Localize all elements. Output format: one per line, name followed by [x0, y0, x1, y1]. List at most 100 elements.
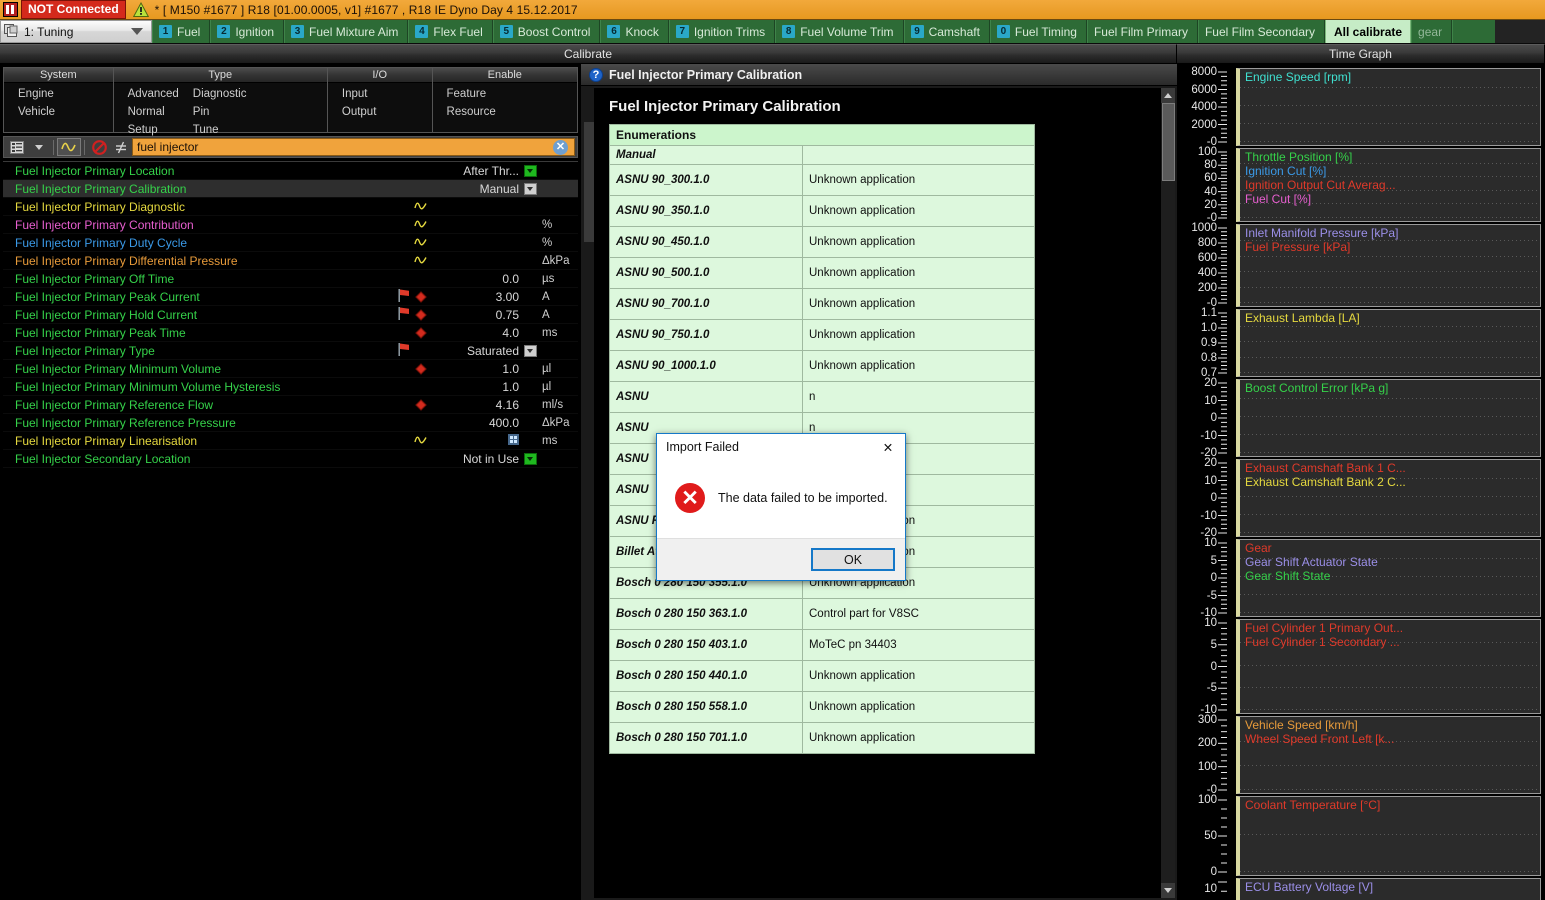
- series-label[interactable]: Fuel Cylinder 1 Secondary ...: [1245, 635, 1403, 649]
- time-graph-pane[interactable]: 300 200 100 -0 Vehicle Speed [km/h] Wheel Spe…: [1177, 714, 1545, 796]
- list-view-icon[interactable]: [6, 138, 28, 156]
- series-label[interactable]: Gear Shift Actuator State: [1245, 555, 1378, 569]
- detail-panel-left-rail[interactable]: [583, 88, 595, 898]
- series-label[interactable]: ECU Battery Voltage [V]: [1245, 880, 1373, 894]
- tab-fuel-timing[interactable]: 0 Fuel Timing: [989, 20, 1087, 43]
- time-graph-pane[interactable]: 1.1 1.0 0.9 0.8 0.7 Exhaust Lambda [LA]: [1177, 307, 1545, 379]
- parameter-row[interactable]: Fuel Injector Primary Contribution%: [3, 216, 578, 234]
- parameter-row[interactable]: Fuel Injector Primary Differential Press…: [3, 252, 578, 270]
- time-graph-pane[interactable]: 8000 6000 4000 2000 -0 Engine Speed [rpm]: [1177, 66, 1545, 148]
- parameter-value[interactable]: 4.0: [430, 326, 522, 340]
- time-graph-pane[interactable]: 10 ECU Battery Voltage [V]: [1177, 878, 1545, 900]
- parameter-row[interactable]: Fuel Injector Primary Peak Time 4.0 ms: [3, 324, 578, 342]
- connection-status-badge[interactable]: NOT Connected: [21, 0, 126, 19]
- time-graph-plot-area[interactable]: Exhaust Camshaft Bank 1 C... Exhaust Cams…: [1236, 459, 1541, 537]
- series-label[interactable]: Fuel Cut [%]: [1245, 192, 1396, 206]
- filter-item-advanced[interactable]: Advanced: [114, 85, 179, 103]
- tab-fuel[interactable]: 1 Fuel: [152, 20, 211, 43]
- chevron-down-icon[interactable]: [522, 182, 538, 195]
- parameter-value[interactable]: [430, 433, 522, 448]
- tab-camshaft[interactable]: 9 Camshaft: [903, 20, 990, 43]
- table-row[interactable]: Bosch 0 280 150 701.1.0 Unknown applicati…: [609, 722, 1035, 754]
- chevron-down-icon[interactable]: [522, 344, 538, 357]
- tab-all-calibrate[interactable]: All calibrate: [1325, 20, 1412, 43]
- time-graph-pane[interactable]: 1000 800 600 400 200 -0 Inlet Manifold Pressur…: [1177, 222, 1545, 309]
- parameter-row[interactable]: Fuel Injector Primary Reference Pressure…: [3, 414, 578, 432]
- parameter-value[interactable]: Not in Use: [430, 452, 522, 466]
- parameter-row[interactable]: Fuel Injector Primary Linearisation ms: [3, 432, 578, 450]
- filter-item-input[interactable]: Input: [328, 85, 377, 103]
- tab-fuel-film-primary[interactable]: Fuel Film Primary: [1086, 20, 1198, 43]
- import-failed-dialog[interactable]: Import Failed ✕ ✕ The data failed to be …: [656, 433, 906, 581]
- scroll-down-icon[interactable]: [1160, 883, 1175, 898]
- table-row[interactable]: ASNU 90_500.1.0 Unknown application: [609, 257, 1035, 289]
- time-graph-pane[interactable]: 100 50 0 Coolant Temperature [°C]: [1177, 794, 1545, 878]
- filter-item-feature[interactable]: Feature: [433, 85, 496, 103]
- parameter-row[interactable]: Fuel Injector Primary Duty Cycle%: [3, 234, 578, 252]
- parameter-row[interactable]: Fuel Injector Primary Off Time 0.0 µs: [3, 270, 578, 288]
- series-label[interactable]: Ignition Cut [%]: [1245, 164, 1396, 178]
- parameter-value[interactable]: Saturated: [430, 344, 522, 358]
- help-circle-icon[interactable]: ?: [589, 67, 603, 82]
- filter-item-diagnostic[interactable]: Diagnostic: [179, 85, 247, 103]
- time-graph-plot-area[interactable]: Fuel Cylinder 1 Primary Out... Fuel Cylin…: [1236, 619, 1541, 714]
- tab-fuel-film-secondary[interactable]: Fuel Film Secondary: [1197, 20, 1326, 43]
- series-label[interactable]: Coolant Temperature [°C]: [1245, 798, 1380, 812]
- parameter-value[interactable]: 400.0: [430, 416, 522, 430]
- parameter-value[interactable]: 0.0: [430, 272, 522, 286]
- parameter-value[interactable]: Manual: [430, 182, 522, 196]
- series-label[interactable]: Engine Speed [rpm]: [1245, 70, 1351, 84]
- scrollbar-track[interactable]: [1160, 103, 1175, 883]
- time-graph-pane[interactable]: 20 10 0 -10 -20 Exhaust Camshaft Bank 1 C... E…: [1177, 457, 1545, 539]
- table-row[interactable]: Bosch 0 280 150 558.1.0 Unknown applicati…: [609, 691, 1035, 723]
- chevron-down-icon[interactable]: [522, 452, 538, 465]
- series-label[interactable]: Ignition Output Cut Averag...: [1245, 178, 1396, 192]
- parameter-row[interactable]: Fuel Injector Primary Diagnostic: [3, 198, 578, 216]
- series-label[interactable]: Exhaust Camshaft Bank 2 C...: [1245, 475, 1406, 489]
- time-graph-plot-area[interactable]: Inlet Manifold Pressure [kPa] Fuel Pressu…: [1236, 224, 1541, 307]
- time-graph-pane[interactable]: 20 10 0 -10 -20 Boost Control Error [kPa g]: [1177, 377, 1545, 459]
- waveform-icon[interactable]: [57, 138, 81, 156]
- tab-ignition-trims[interactable]: 7 Ignition Trims: [668, 20, 776, 43]
- series-label[interactable]: Exhaust Camshaft Bank 1 C...: [1245, 461, 1406, 475]
- no-entry-icon[interactable]: [88, 138, 110, 156]
- filter-item-resource[interactable]: Resource: [433, 103, 496, 121]
- time-graph-pane[interactable]: 10 5 0 -5 -10 Fuel Cylinder 1 Primary Out... F…: [1177, 617, 1545, 716]
- time-graph-pane[interactable]: 100 80 60 40 20 -0 Throttle Position [%] Igniti…: [1177, 146, 1545, 224]
- table-row[interactable]: ASNU 90_700.1.0 Unknown application: [609, 288, 1035, 320]
- parameter-list[interactable]: Fuel Injector Primary Location After Thr.…: [3, 161, 578, 900]
- table-row[interactable]: ASNU 90_750.1.0 Unknown application: [609, 319, 1035, 351]
- series-label[interactable]: Exhaust Lambda [LA]: [1245, 311, 1360, 325]
- table-row[interactable]: ASNU 90_450.1.0 Unknown application: [609, 226, 1035, 258]
- parameter-row[interactable]: Fuel Injector Primary Peak Current 3.00 A: [3, 288, 578, 306]
- time-graph-panel[interactable]: 8000 6000 4000 2000 -0 Engine Speed [rpm] 100 8…: [1177, 64, 1545, 900]
- time-graph-plot-area[interactable]: Boost Control Error [kPa g]: [1236, 379, 1541, 457]
- parameter-row[interactable]: Fuel Injector Primary Location After Thr.…: [3, 162, 578, 180]
- workspace-selector[interactable]: 1: Tuning: [0, 20, 152, 43]
- parameter-row[interactable]: Fuel Injector Primary Reference Flow 4.16…: [3, 396, 578, 414]
- tab-gear[interactable]: gear: [1411, 20, 1453, 43]
- table-row[interactable]: ASNUn: [609, 381, 1035, 413]
- time-graph-plot-area[interactable]: Coolant Temperature [°C]: [1236, 796, 1541, 876]
- parameter-value[interactable]: 1.0: [430, 362, 522, 376]
- table-row[interactable]: Bosch 0 280 150 363.1.0 Control part for …: [609, 598, 1035, 630]
- parameter-value[interactable]: 0.75: [430, 308, 522, 322]
- series-label[interactable]: Gear Shift State: [1245, 569, 1378, 583]
- table-row[interactable]: ASNU 90_300.1.0 Unknown application: [609, 164, 1035, 196]
- series-label[interactable]: Throttle Position [%]: [1245, 150, 1396, 164]
- series-label[interactable]: Inlet Manifold Pressure [kPa]: [1245, 226, 1398, 240]
- parameter-row[interactable]: Fuel Injector Primary Calibration Manual: [3, 180, 578, 198]
- filter-item-normal[interactable]: Normal: [114, 103, 179, 121]
- parameter-row[interactable]: Fuel Injector Primary Hold Current 0.75 A: [3, 306, 578, 324]
- series-label[interactable]: Wheel Speed Front Left [k...: [1245, 732, 1394, 746]
- scroll-up-icon[interactable]: [1160, 88, 1175, 103]
- table-row[interactable]: Bosch 0 280 150 440.1.0 Unknown applicati…: [609, 660, 1035, 692]
- time-graph-plot-area[interactable]: Exhaust Lambda [LA]: [1236, 309, 1541, 377]
- parameter-value[interactable]: 4.16: [430, 398, 522, 412]
- filter-item-engine[interactable]: Engine: [4, 85, 55, 103]
- search-input[interactable]: fuel injector ✕: [132, 138, 575, 156]
- table-row[interactable]: ASNU 90_1000.1.0 Unknown application: [609, 350, 1035, 382]
- tab-fuel-mixture-aim[interactable]: 3 Fuel Mixture Aim: [284, 20, 409, 43]
- series-label[interactable]: Fuel Pressure [kPa]: [1245, 240, 1398, 254]
- tab-knock[interactable]: 6 Knock: [600, 20, 669, 43]
